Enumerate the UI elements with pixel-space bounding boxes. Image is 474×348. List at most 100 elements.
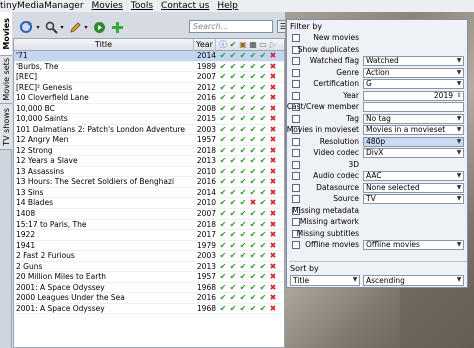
filter-checkbox-genre[interactable] <box>292 68 300 77</box>
chevron-down-icon: ▼ <box>456 137 462 145</box>
search-input[interactable]: Search... <box>189 20 273 33</box>
update-sources-button[interactable] <box>17 19 35 35</box>
filter-checkbox-3d[interactable] <box>292 160 300 169</box>
check-icon: ✔ <box>249 240 257 250</box>
check-icon: ✔ <box>229 72 237 82</box>
table-row[interactable]: 2 Guns 2013 ✔ ✔ ✔ ✔ ✔ ✖ <box>14 261 284 273</box>
filter-checkbox-certification[interactable] <box>292 80 300 88</box>
table-row[interactable]: 12 Strong 2018 ✔ ✔ ✔ ✔ ✔ ✖ <box>14 146 284 157</box>
check-icon: ✔ <box>259 198 267 208</box>
check-icon: ✔ <box>249 166 257 176</box>
column-title[interactable]: Title <box>14 39 194 51</box>
check-icon: ✔ <box>249 93 257 103</box>
movie-year: 2007 <box>196 72 216 82</box>
table-row[interactable]: 2001: A Space Odyssey 1968 ✔ ✔ ✔ ✔ ✔ ✖ <box>14 283 284 294</box>
menu-contact-us[interactable]: Contact us <box>157 0 213 12</box>
search-dropdown-arrow[interactable]: ▾ <box>59 19 65 35</box>
table-row[interactable]: 1941 1979 ✔ ✔ ✔ ✔ ✔ ✖ <box>14 240 284 252</box>
check-icon: ✔ <box>229 114 237 124</box>
table-row[interactable]: 10 Cloverfield Lane 2016 ✔ ✔ ✔ ✔ ✔ ✖ <box>14 93 284 104</box>
update-dropdown-arrow[interactable]: ▾ <box>35 19 41 35</box>
filter-row-datasource: Datasource None selected ▼ <box>287 182 469 193</box>
filter-checkbox-datasource[interactable] <box>292 183 300 192</box>
filter-row-new-movies: New movies <box>287 33 469 43</box>
filter-select-genre[interactable]: Action ▼ <box>363 67 464 78</box>
cross-icon: ✖ <box>269 166 277 176</box>
filter-checkbox-missing-artwork[interactable] <box>292 218 300 226</box>
cross-icon: ✖ <box>269 303 277 313</box>
table-row[interactable]: 1408 2007 ✔ ✔ ✔ ✔ ✔ ✖ <box>14 208 284 220</box>
table-row[interactable]: [REC] 2007 ✔ ✔ ✔ ✔ ✔ ✖ <box>14 72 284 83</box>
filter-label-missing-subtitles: Missing subtitles <box>296 228 359 238</box>
filter-select-video-codec[interactable]: DivX ▼ <box>363 148 464 158</box>
filter-select-audio-codec[interactable]: AAC ▼ <box>363 171 464 181</box>
check-icon: ✔ <box>259 72 267 82</box>
filter-checkbox-tag[interactable] <box>292 114 300 123</box>
edit-movie-button[interactable] <box>67 19 83 35</box>
table-row[interactable]: 14 Blades 2010 ✔ ✔ ✔ ✖ ✔ ✖ <box>14 198 284 209</box>
check-icon: ✔ <box>219 187 227 197</box>
table-row[interactable]: 13 Sins 2014 ✔ ✔ ✔ ✔ ✔ ✖ <box>14 187 284 199</box>
sort-order-select[interactable]: Ascending ▼ <box>363 275 464 286</box>
filter-select-datasource[interactable]: None selected ▼ <box>363 182 464 193</box>
movie-year: 1989 <box>196 61 216 71</box>
menu-help[interactable]: Help <box>213 0 242 12</box>
tab-tv-shows[interactable]: TV shows <box>0 104 12 150</box>
cross-icon: ✖ <box>269 208 277 218</box>
table-row[interactable]: [REC]² Genesis 2012 ✔ ✔ ✔ ✔ ✔ ✖ <box>14 83 284 94</box>
table-row[interactable]: 101 Dalmatians 2: Patch's London Adventu… <box>14 125 284 136</box>
table-row[interactable]: 13 Assassins 2010 ✔ ✔ ✔ ✔ ✔ ✖ <box>14 166 284 178</box>
table-row[interactable]: '71 2014 ✔ ✔ ✔ ✔ ✔ ✖ <box>14 51 284 62</box>
tab-movie-sets[interactable]: Movie sets <box>0 56 12 104</box>
search-movie-button[interactable] <box>43 19 59 35</box>
filter-spinner-year[interactable]: 2019 ⇕ <box>363 90 464 101</box>
table-row[interactable]: 20 Million Miles to Earth 1957 ✔ ✔ ✔ ✔ ✔ ✖ <box>14 272 284 283</box>
table-row[interactable]: 10,000 Saints 2015 ✔ ✔ ✔ ✔ ✔ ✖ <box>14 114 284 125</box>
edit-dropdown-arrow[interactable]: ▾ <box>83 19 89 35</box>
table-row[interactable]: 2001: A Space Odyssey 1968 ✔ ✔ ✔ ✔ ✔ ✖ <box>14 303 284 315</box>
table-row[interactable]: 12 Angry Men 1957 ✔ ✔ ✔ ✔ ✔ ✖ <box>14 135 284 146</box>
check-icon: ✔ <box>259 303 267 313</box>
filter-checkbox-video-codec[interactable] <box>292 149 300 157</box>
filter-checkbox-source[interactable] <box>292 195 300 203</box>
filter-select-certification[interactable]: G ▼ <box>363 79 464 89</box>
filter-checkbox-new-movies[interactable] <box>292 34 300 42</box>
table-row[interactable]: 13 Hours: The Secret Soldiers of Benghaz… <box>14 177 284 188</box>
tab-movies[interactable]: Movies <box>0 12 12 56</box>
column-year[interactable]: Year <box>194 39 216 51</box>
filter-select-tag[interactable]: No tag ▼ <box>363 113 464 124</box>
movie-title: 10,000 Saints <box>16 114 68 124</box>
filter-value-video-codec: DivX <box>366 148 384 157</box>
filter-value-datasource: None selected <box>366 182 420 192</box>
movie-title: '71 <box>16 51 28 60</box>
table-row[interactable]: 2 Fast 2 Furious 2003 ✔ ✔ ✔ ✔ ✔ ✖ <box>14 251 284 262</box>
filter-value-resolution: 480p <box>366 136 386 146</box>
table-row[interactable]: 1922 2017 ✔ ✔ ✔ ✔ ✔ ✖ <box>14 230 284 241</box>
filter-label-missing-artwork: Missing artwork <box>299 217 359 226</box>
filter-select-source[interactable]: TV ▼ <box>363 194 464 204</box>
filter-select-resolution[interactable]: 480p ▼ <box>363 136 464 147</box>
table-row[interactable]: 12 Years a Slave 2013 ✔ ✔ ✔ ✔ ✔ ✖ <box>14 156 284 167</box>
filter-select-offline-movies[interactable]: Offline movies ▼ <box>363 240 464 250</box>
sort-field-select[interactable]: Title ▼ <box>290 275 360 286</box>
filter-input-cast-crew-member[interactable] <box>363 102 464 112</box>
table-row[interactable]: 15:17 to Paris, The 2018 ✔ ✔ ✔ ✔ ✔ ✖ <box>14 220 284 231</box>
filter-label-genre: Genre <box>336 67 359 77</box>
filter-checkbox-year[interactable] <box>292 91 300 100</box>
filter-select-movies-in-movieset[interactable]: Movies in a movieset ▼ <box>363 125 464 135</box>
add-button[interactable] <box>109 19 125 35</box>
filter-checkbox-resolution[interactable] <box>292 137 300 146</box>
filter-checkbox-offline-movies[interactable] <box>292 241 300 249</box>
menu-tools[interactable]: Tools <box>127 0 157 12</box>
filter-checkbox-watched-flag[interactable] <box>292 57 300 65</box>
spinner-arrows-icon: ⇕ <box>456 91 462 99</box>
play-movie-button[interactable] <box>91 19 107 35</box>
menu-movies[interactable]: Movies <box>88 0 127 12</box>
table-row[interactable]: 10,000 BC 2008 ✔ ✔ ✔ ✔ ✔ ✖ <box>14 104 284 115</box>
table-row[interactable]: 2000 Leagues Under the Sea 2016 ✔ ✔ ✔ ✔ ✔ ✖ <box>14 293 284 304</box>
filter-value-year: 2019 <box>433 90 453 100</box>
check-icon: ✔ <box>249 261 257 271</box>
filter-select-watched-flag[interactable]: Watched ▼ <box>363 56 464 66</box>
table-row[interactable]: 'Burbs, The 1989 ✔ ✔ ✔ ✔ ✔ ✖ <box>14 61 284 73</box>
filter-checkbox-audio-codec[interactable] <box>292 172 300 180</box>
